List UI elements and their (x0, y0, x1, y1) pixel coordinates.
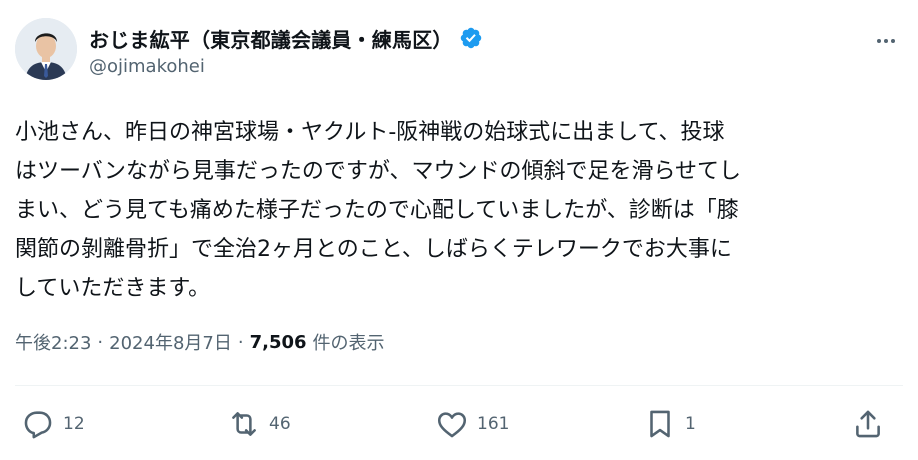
reply-icon (24, 411, 52, 439)
meta-separator: · (237, 331, 244, 353)
action-bar: 12 46 161 1 (15, 404, 891, 444)
bookmark-button[interactable]: 1 (643, 404, 696, 444)
share-button[interactable] (851, 404, 885, 444)
like-icon (437, 412, 467, 438)
retweet-button[interactable]: 46 (227, 404, 291, 444)
tweet-text-line: まい、どう見ても痛めた様子だったので心配していましたが、診断は「膝 (15, 198, 739, 223)
reply-count: 12 (63, 414, 85, 434)
like-count: 161 (477, 414, 510, 434)
author-display-name[interactable]: おじま紘平（東京都議会議員・練馬区） (89, 24, 453, 53)
tweet-date[interactable]: 2024年8月7日 (109, 329, 232, 355)
avatar-photo-icon (15, 18, 77, 80)
tweet-text-line: 関節の剝離骨折」で全治2ヶ月とのこと、しばらくテレワークでお大事に (15, 237, 732, 262)
tweet-meta: 午後2:23 · 2024年8月7日 · 7,506 件の表示 (15, 328, 385, 356)
like-button[interactable]: 161 (435, 404, 509, 444)
reply-button[interactable]: 12 (21, 404, 85, 444)
bookmark-icon (650, 410, 670, 438)
avatar[interactable] (15, 18, 77, 80)
meta-separator: · (97, 331, 104, 353)
tweet-text-line: 小池さん、昨日の神宮球場・ヤクルト-阪神戦の始球式に出まして、投球 (15, 120, 725, 145)
bookmark-count: 1 (685, 414, 696, 434)
views-count[interactable]: 7,506 (250, 332, 307, 353)
tweet-text-line: していただきます。 (15, 276, 211, 301)
more-horizontal-icon (884, 39, 888, 43)
tweet-text: 小池さん、昨日の神宮球場・ヤクルト-阪神戦の始球式に出まして、投球 はツーバンな… (15, 113, 895, 308)
author-handle[interactable]: @ojimakohei (89, 56, 483, 77)
tweet-time[interactable]: 午後2:23 (15, 329, 91, 355)
tweet-header: おじま紘平（東京都議会議員・練馬区） @ojimakohei (15, 18, 905, 88)
tweet-text-line: はツーバンながら見事だったのですが、マウンドの傾斜で足を滑らせてし (15, 159, 742, 184)
author-block: おじま紘平（東京都議会議員・練馬区） @ojimakohei (89, 24, 483, 77)
more-options-button[interactable] (873, 28, 899, 54)
share-icon (856, 410, 880, 438)
retweet-count: 46 (269, 414, 291, 434)
more-horizontal-icon (891, 39, 895, 43)
retweet-icon (232, 412, 256, 436)
verified-badge-icon (459, 26, 483, 50)
more-horizontal-icon (877, 39, 881, 43)
name-row: おじま紘平（東京都議会議員・練馬区） (89, 24, 483, 52)
divider (15, 385, 903, 386)
views-label: 件の表示 (312, 333, 385, 354)
